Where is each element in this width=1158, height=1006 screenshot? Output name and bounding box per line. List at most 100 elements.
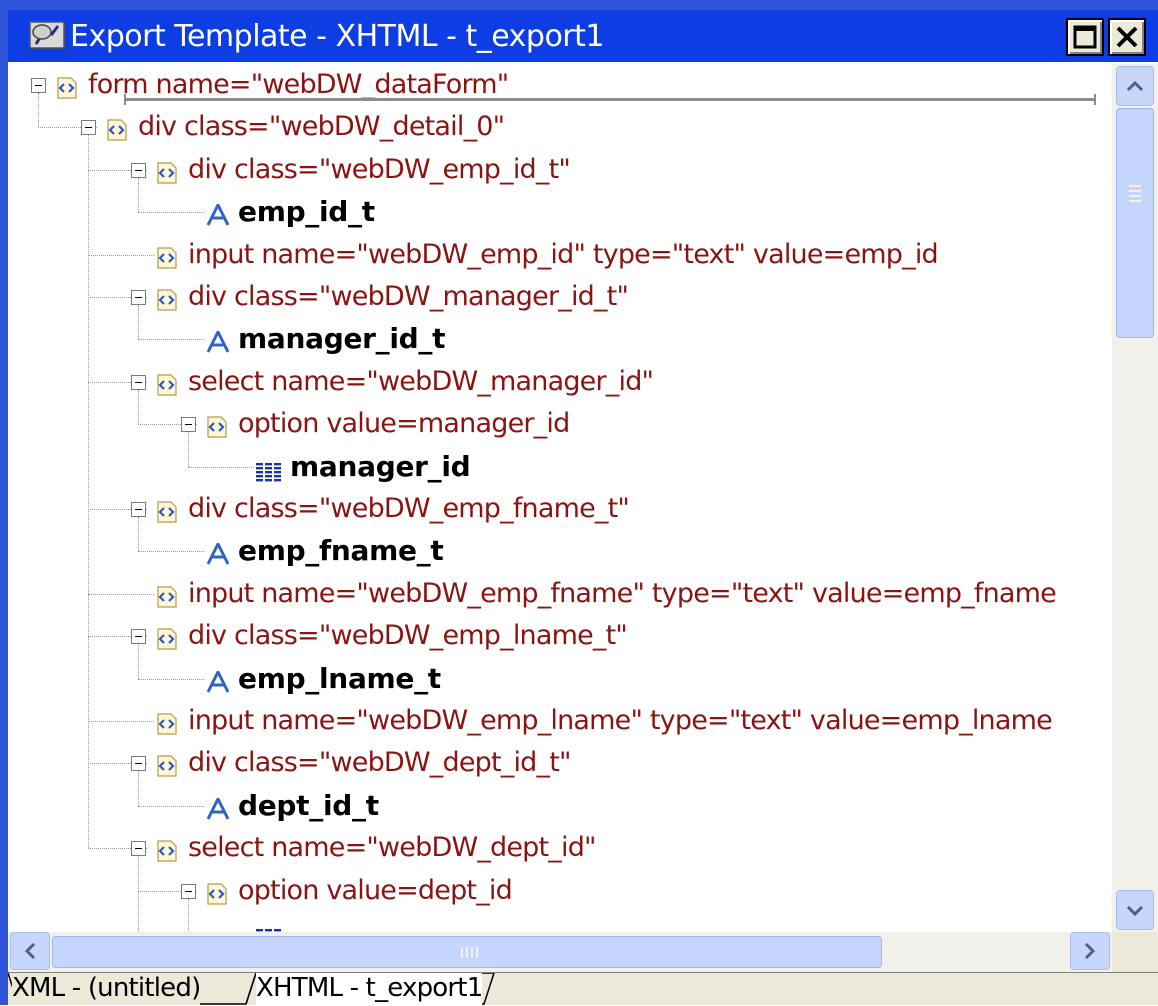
tree-node-label: div class="webDW_detail_0" — [138, 111, 505, 143]
collapse-icon[interactable] — [131, 629, 146, 645]
tree-node[interactable]: div class="webDW_emp_lname_t" — [8, 615, 1112, 657]
scroll-up-button[interactable] — [1116, 66, 1154, 106]
tree-node-label: input name="webDW_emp_lname" type="text"… — [188, 705, 1053, 736]
tree-node[interactable]: dept_id_t — [8, 785, 1112, 827]
drop-indicator-line — [124, 98, 1096, 101]
collapse-icon[interactable] — [31, 78, 46, 93]
tree-node[interactable]: div class="webDW_emp_fname_t" — [8, 488, 1112, 530]
xhtml-element-icon — [156, 158, 178, 184]
horizontal-scrollbar[interactable] — [8, 932, 1112, 972]
scroll-left-button[interactable] — [10, 932, 50, 970]
close-icon — [1116, 26, 1138, 48]
collapse-icon[interactable] — [181, 883, 196, 899]
title-bar[interactable]: Export Template - XHTML - t_export1 — [8, 10, 1158, 64]
tree-node[interactable]: emp_fname_t — [8, 530, 1112, 572]
collapse-icon[interactable] — [131, 374, 146, 390]
scroll-right-button[interactable] — [1070, 932, 1110, 970]
restore-icon — [1073, 25, 1097, 49]
tree-node[interactable]: select name="webDW_manager_id" — [8, 361, 1112, 403]
scroll-down-arrow-icon — [1126, 905, 1144, 917]
tree-node[interactable]: option value=dept_id — [8, 870, 1112, 912]
tree-node[interactable]: emp_id_t — [8, 191, 1112, 233]
xhtml-element-icon — [106, 115, 128, 141]
xhtml-element-icon — [156, 243, 178, 269]
tree-node-label: div class="webDW_emp_id_t" — [188, 153, 571, 185]
xhtml-element-icon — [57, 77, 77, 99]
static-text-icon — [206, 539, 230, 566]
xhtml-element-icon — [157, 713, 177, 735]
scroll-down-button[interactable] — [1116, 890, 1154, 930]
tree-node[interactable]: div class="webDW_detail_0" — [8, 106, 1112, 148]
thumb-grip-icon — [461, 947, 478, 958]
tree-node-label: manager_id_t — [238, 322, 446, 356]
xhtml-element-icon — [206, 412, 228, 438]
xhtml-element-icon — [207, 416, 227, 438]
xhtml-element-icon — [156, 624, 178, 650]
close-button[interactable] — [1108, 18, 1146, 56]
tree-node-label: select name="webDW_dept_id" — [188, 832, 596, 864]
collapse-icon[interactable] — [131, 502, 146, 517]
xhtml-element-icon — [157, 586, 177, 608]
tree-node[interactable]: emp_lname_t — [8, 658, 1112, 700]
window-frame-top — [0, 0, 1158, 10]
xhtml-element-icon — [156, 582, 178, 608]
xhtml-element-icon — [156, 836, 178, 862]
tree-node[interactable]: input name="webDW_emp_lname" type="text"… — [8, 700, 1112, 742]
vertical-scroll-thumb[interactable] — [1116, 108, 1154, 338]
tab-xhtml-t-export1[interactable]: XHTML - t_export1 — [256, 973, 483, 1005]
tree-node[interactable]: option value=manager_id — [8, 403, 1112, 445]
tree-node-label: manager_id — [290, 449, 471, 483]
xhtml-element-icon — [156, 709, 178, 735]
tree-node-label: input name="webDW_emp_fname" type="text"… — [188, 577, 1057, 609]
drop-indicator-right-cap — [1094, 94, 1096, 105]
xhtml-element-icon — [157, 374, 177, 396]
tree-node[interactable]: div class="webDW_emp_id_t" — [8, 149, 1112, 191]
vertical-scrollbar[interactable] — [1112, 64, 1158, 932]
collapse-icon[interactable] — [131, 841, 146, 857]
scroll-right-arrow-icon — [1084, 942, 1096, 960]
tree-node[interactable]: div class="webDW_dept_id_t" — [8, 742, 1112, 784]
static-text-icon — [206, 200, 230, 226]
xhtml-element-icon — [156, 370, 178, 396]
tab-xml-untitled[interactable]: XML - (untitled) — [12, 973, 201, 1005]
tree-node[interactable]: input name="webDW_emp_fname" type="text"… — [8, 573, 1112, 615]
static-text-icon — [206, 201, 230, 226]
column-icon — [256, 923, 281, 932]
tree-node[interactable]: manager_id — [8, 446, 1112, 488]
static-text-icon — [206, 541, 230, 566]
tree-node-label: select name="webDW_manager_id" — [188, 365, 654, 397]
collapse-icon[interactable] — [131, 290, 146, 305]
collapse-icon[interactable] — [131, 756, 146, 772]
xhtml-element-icon — [157, 755, 177, 777]
tree-node[interactable]: div class="webDW_manager_id_t" — [8, 276, 1112, 318]
thumb-grip-icon — [1129, 185, 1141, 202]
collapse-icon[interactable] — [81, 120, 96, 136]
static-text-icon — [206, 795, 230, 820]
tree-node-label: input name="webDW_emp_id" type="text" va… — [188, 238, 939, 270]
collapse-icon[interactable] — [181, 417, 196, 433]
scrollbar-corner — [1112, 932, 1158, 972]
tree-node-label: div class="webDW_emp_fname_t" — [188, 493, 630, 524]
tree-node-label: option value=dept_id — [238, 874, 513, 906]
drop-indicator-left-cap — [124, 94, 126, 105]
export-template-window: Export Template - XHTML - t_export1 form… — [0, 0, 1158, 1005]
column-icon — [256, 462, 281, 481]
xhtml-element-icon — [157, 246, 177, 269]
restore-button[interactable] — [1066, 18, 1104, 56]
xhtml-element-icon — [157, 289, 177, 311]
xhtml-element-icon — [156, 285, 178, 311]
xhtml-element-icon — [207, 882, 227, 905]
tree-node-label: emp_lname_t — [238, 661, 441, 695]
horizontal-scroll-thumb[interactable] — [52, 936, 882, 968]
collapse-icon[interactable] — [131, 162, 146, 178]
tree-node[interactable]: input name="webDW_emp_id" type="text" va… — [8, 234, 1112, 276]
tree-node[interactable]: manager_id_t — [8, 318, 1112, 360]
xhtml-element-icon — [156, 751, 178, 777]
tree-node[interactable] — [8, 912, 1112, 932]
tab-bar: XML - (untitled) XHTML - t_export1 — [8, 972, 1158, 1005]
xhtml-element-icon — [157, 840, 177, 862]
tree-node-label: option value=manager_id — [238, 408, 570, 440]
template-tree[interactable]: form name="webDW_dataForm" div class="web… — [8, 64, 1112, 932]
static-text-icon — [206, 327, 230, 354]
tree-node[interactable]: select name="webDW_dept_id" — [8, 827, 1112, 869]
